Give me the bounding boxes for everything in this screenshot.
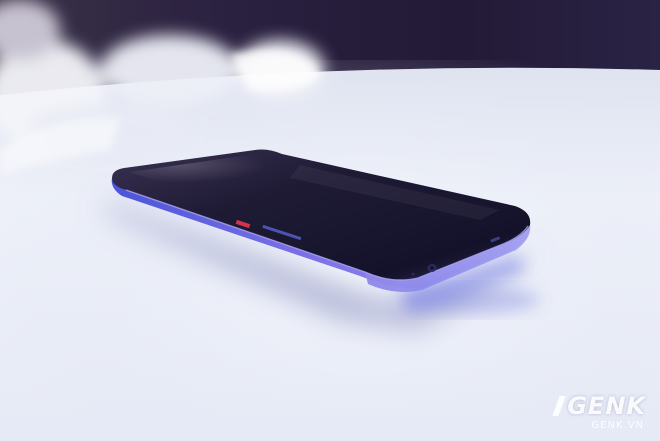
watermark: GENK GENK.VN [552,392,646,431]
microphone-hole [411,272,415,276]
watermark-brand-text: GENK [567,392,646,420]
watermark-domain: GENK.VN [591,420,644,431]
photo-scene: GENK GENK.VN [0,0,660,441]
watermark-brand: GENK [552,392,646,420]
photo-illustration [0,0,660,441]
